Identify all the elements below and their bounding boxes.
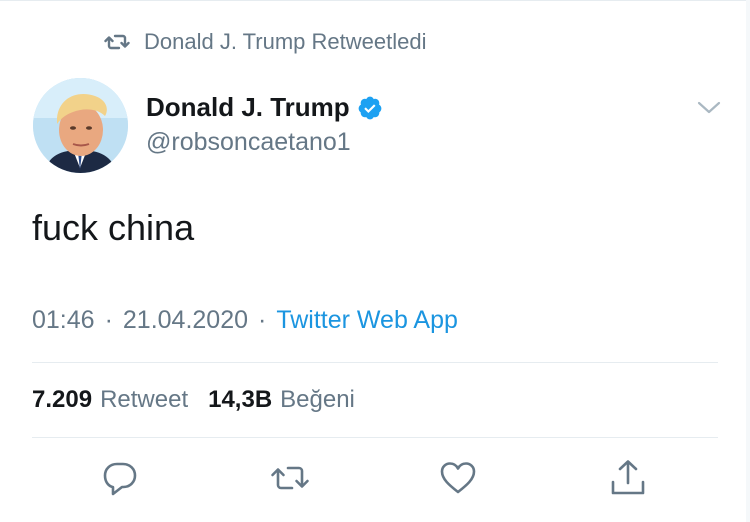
author-display-name[interactable]: Donald J. Trump: [146, 92, 350, 123]
scrollbar-track: [746, 0, 750, 522]
chevron-down-icon[interactable]: [696, 98, 722, 118]
retweet-icon: [104, 34, 130, 50]
share-button[interactable]: [608, 458, 648, 498]
like-button[interactable]: [438, 458, 478, 498]
verified-badge-icon: [358, 96, 382, 119]
reply-icon: [103, 462, 137, 496]
meta-separator: ·: [104, 306, 113, 334]
author-handle[interactable]: @robsoncaetano1: [146, 128, 351, 157]
action-bar: [0, 458, 750, 506]
divider: [32, 437, 718, 438]
retweet-context-label: Donald J. Trump Retweetledi: [144, 29, 427, 54]
tweet-date[interactable]: 21.04.2020: [123, 306, 248, 335]
tweet-stats: 7.209 Retweet 14,3B Beğeni: [32, 386, 375, 414]
avatar[interactable]: [33, 78, 128, 173]
retweets-count[interactable]: 7.209: [32, 386, 92, 414]
tweet-time[interactable]: 01:46: [32, 306, 95, 335]
retweet-icon: [271, 466, 309, 490]
meta-separator: ·: [258, 306, 267, 334]
likes-label[interactable]: Beğeni: [280, 386, 355, 414]
reply-button[interactable]: [100, 458, 140, 498]
retweet-context[interactable]: Donald J. Trump Retweetledi: [104, 28, 426, 56]
author-name-row[interactable]: Donald J. Trump: [146, 92, 383, 123]
top-border: [0, 0, 750, 1]
tweet-text: fuck china: [32, 207, 195, 248]
retweet-button[interactable]: [270, 458, 310, 498]
retweets-label[interactable]: Retweet: [100, 386, 188, 414]
likes-count[interactable]: 14,3B: [208, 386, 272, 414]
tweet-meta: 01:46 · 21.04.2020 · Twitter Web App: [32, 306, 458, 335]
like-icon: [440, 462, 476, 494]
share-icon: [611, 460, 645, 495]
divider: [32, 362, 718, 363]
tweet-source-link[interactable]: Twitter Web App: [276, 306, 458, 335]
